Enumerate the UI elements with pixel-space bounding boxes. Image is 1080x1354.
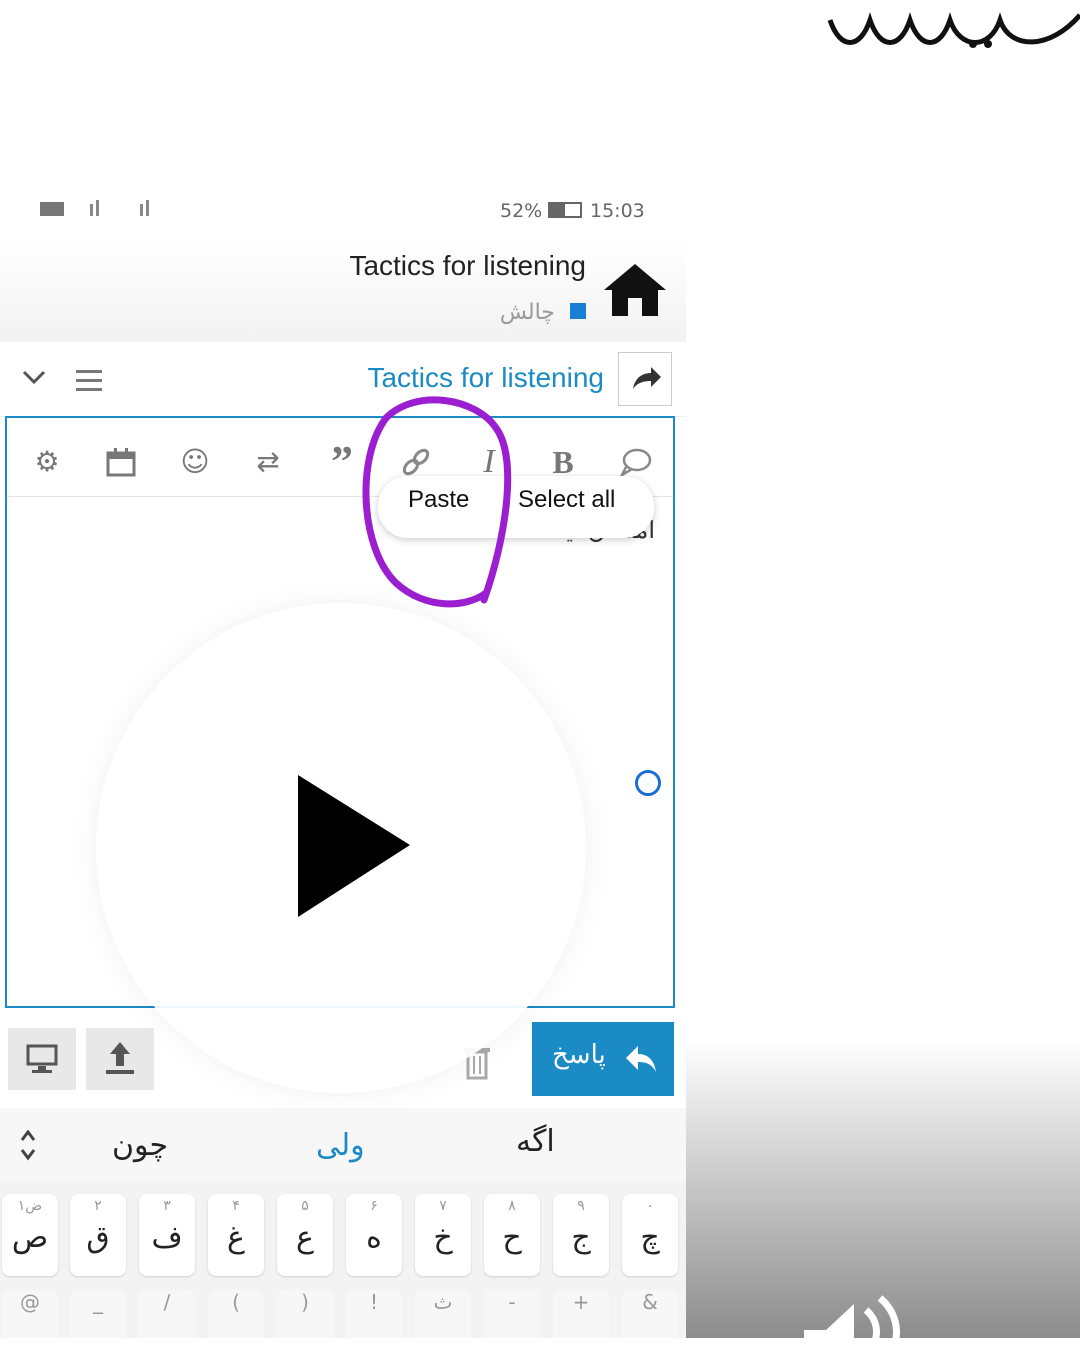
swap-icon[interactable]: ⇄ — [248, 442, 288, 482]
key[interactable]: ۷خ — [415, 1194, 471, 1276]
suggestion-item[interactable]: ولی — [316, 1128, 365, 1163]
clock: 15:03 — [590, 200, 645, 222]
keyboard: ۰چ ۹ج ۸ح ۷خ ۶ه ۵ع ۴غ ۳ف ۲ق ۱ض ص & + - ث !… — [0, 1182, 686, 1338]
battery-icon — [548, 202, 582, 218]
reply-button[interactable]: پاسخ — [532, 1022, 674, 1096]
monitor-icon — [26, 1044, 58, 1073]
key[interactable]: ث — [415, 1290, 471, 1338]
suggestion-strip: اگه ولی چون — [0, 1108, 686, 1182]
key[interactable]: _ — [70, 1290, 126, 1338]
key[interactable]: ۴غ — [208, 1194, 264, 1276]
volume-icon[interactable] — [800, 1290, 910, 1354]
key[interactable]: @ — [2, 1290, 58, 1338]
suggestion-item[interactable]: اگه — [516, 1124, 555, 1159]
chevron-down-icon[interactable] — [20, 368, 48, 392]
key[interactable]: / — [139, 1290, 195, 1338]
key[interactable]: ۶ه — [346, 1194, 402, 1276]
app-header: Tactics for listening چالش — [0, 238, 686, 342]
home-icon[interactable] — [600, 260, 670, 324]
desktop-preview-button[interactable] — [8, 1028, 76, 1090]
key[interactable]: ۰چ — [622, 1194, 678, 1276]
key[interactable]: ۹ج — [553, 1194, 609, 1276]
upload-icon — [106, 1042, 134, 1074]
key[interactable]: ۱ض ص — [2, 1194, 58, 1276]
page-title: Tactics for listening — [349, 250, 586, 281]
suggestion-item[interactable]: چون — [112, 1128, 168, 1163]
key[interactable]: - — [484, 1290, 540, 1338]
thread-bar: Tactics for listening — [0, 346, 686, 417]
play-icon — [298, 775, 410, 917]
key[interactable]: ۵ع — [277, 1194, 333, 1276]
key[interactable]: ۸ح — [484, 1194, 540, 1276]
select-all-menu-item[interactable]: Select all — [518, 486, 615, 514]
gear-icon[interactable]: ⚙ — [27, 442, 67, 482]
annotation-circle — [356, 388, 526, 622]
reply-arrow-icon — [626, 1046, 656, 1072]
play-overlay[interactable] — [96, 603, 586, 1093]
share-button[interactable] — [618, 352, 672, 406]
key[interactable]: ۲ق — [70, 1194, 126, 1276]
key[interactable]: ( — [208, 1290, 264, 1338]
calendar-icon[interactable] — [101, 442, 141, 482]
status-bar: 52% 15:03 — [0, 182, 686, 238]
category-color-icon — [570, 303, 586, 319]
key[interactable]: & — [622, 1290, 678, 1338]
menu-icon[interactable] — [76, 368, 104, 398]
emoji-icon[interactable]: ☺ — [175, 442, 215, 482]
key[interactable]: ) — [277, 1290, 333, 1338]
key[interactable]: + — [553, 1290, 609, 1338]
upload-button[interactable] — [86, 1028, 154, 1090]
decorative-script — [820, 0, 1080, 60]
expand-icon[interactable] — [18, 1128, 38, 1162]
share-icon — [633, 367, 661, 389]
key[interactable]: ! — [346, 1290, 402, 1338]
battery-percent: 52% — [500, 200, 543, 222]
category-badge[interactable]: چالش — [500, 300, 586, 325]
key[interactable]: ۳ف — [139, 1194, 195, 1276]
signal-icon — [40, 200, 160, 225]
cursor-handle[interactable] — [635, 770, 661, 796]
reply-label: پاسخ — [552, 1040, 606, 1070]
category-label: چالش — [499, 300, 555, 325]
